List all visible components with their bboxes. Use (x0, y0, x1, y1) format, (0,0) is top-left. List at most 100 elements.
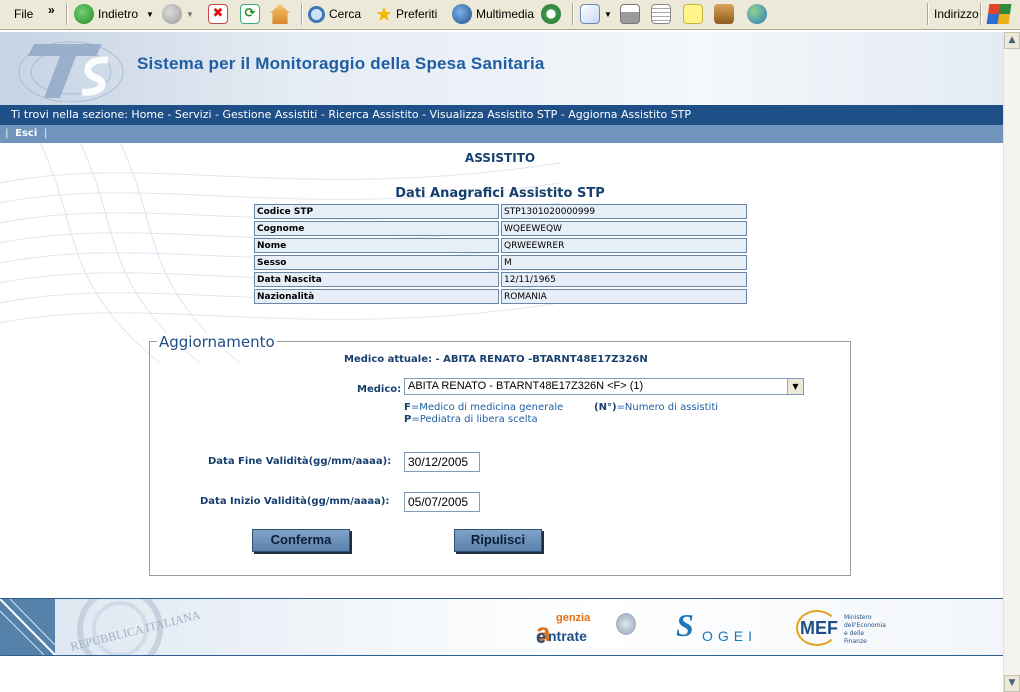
research-icon (714, 4, 734, 24)
browser-toolbar: File » Indietro ▼ ▼ ✖ ⟳ Cerca ★ Preferit… (0, 0, 1020, 30)
republic-emblem-icon (616, 613, 636, 635)
forward-arrow-icon (162, 4, 182, 24)
back-button[interactable]: Indietro ▼ (74, 2, 154, 26)
address-text: Indirizzo (934, 7, 979, 21)
home-icon (270, 4, 290, 24)
mail-icon (580, 4, 600, 24)
toolbar-separator (66, 3, 68, 25)
end-date-input[interactable]: 30/12/2005 (404, 452, 480, 472)
address-label: Indirizzo (934, 2, 979, 26)
messenger-icon (747, 4, 767, 24)
row-value: M (501, 255, 747, 270)
row-value: STP1301020000999 (501, 204, 747, 219)
discuss-button[interactable] (683, 2, 707, 26)
menu-bar: | Esci | (0, 125, 1003, 143)
note-f-text: =Medico di medicina generale (410, 402, 564, 413)
back-label: Indietro (98, 7, 139, 21)
entrate-e-letter: e (536, 627, 547, 647)
exit-link[interactable]: Esci (12, 128, 40, 139)
stop-button[interactable]: ✖ (208, 2, 232, 26)
search-button[interactable]: Cerca (308, 2, 361, 26)
scroll-up-arrow-icon[interactable]: ▲ (1004, 32, 1020, 49)
table-row: Nazionalità ROMANIA (254, 289, 747, 304)
ts-logo-icon (18, 41, 124, 102)
breadcrumb: Ti trovi nella sezione: Home - Servizi -… (0, 105, 1003, 125)
note-n-key: (N°) (594, 402, 617, 413)
reset-button[interactable]: Ripulisci (454, 529, 542, 552)
row-label: Nazionalità (254, 289, 499, 304)
more-label: » (48, 3, 55, 17)
doctor-label: Medico: (357, 384, 402, 395)
windows-flag-icon (986, 4, 1012, 24)
agenzia-entrate-logo[interactable]: a genzia e ntrate (536, 611, 641, 647)
search-label: Cerca (329, 7, 362, 21)
row-label: Nome (254, 238, 499, 253)
row-label: Data Nascita (254, 272, 499, 287)
print-button[interactable] (620, 2, 644, 26)
patient-data-table: Codice STP STP1301020000999 Cognome WQEEWE… (252, 202, 749, 306)
page-footer: REPUBBLICA ITALIANA a genzia e ntrate S … (0, 598, 1003, 656)
history-icon (541, 4, 561, 24)
forward-button[interactable]: ▼ (162, 2, 194, 26)
back-arrow-icon (74, 4, 94, 24)
table-row: Data Nascita 12/11/1965 (254, 272, 747, 287)
row-value: WQEEWEQW (501, 221, 747, 236)
sogei-logo[interactable]: S OGEI (676, 607, 768, 645)
table-row: Codice STP STP1301020000999 (254, 204, 747, 219)
edit-button[interactable] (651, 2, 675, 26)
note-icon (683, 4, 703, 24)
doctor-select-value: ABITA RENATO - BTARNT48E17Z326N <F> (1) (408, 380, 644, 392)
star-icon: ★ (375, 3, 393, 26)
refresh-button[interactable]: ⟳ (240, 2, 264, 26)
table-row: Sesso M (254, 255, 747, 270)
chevron-down-icon[interactable]: ▼ (787, 379, 803, 394)
research-button[interactable] (714, 2, 738, 26)
toolbar-separator (927, 3, 929, 25)
agenzia-top-text: genzia (556, 612, 591, 624)
media-globe-icon (452, 4, 472, 24)
file-menu[interactable]: File (14, 2, 33, 26)
row-value: ROMANIA (501, 289, 747, 304)
legend-note-n: (N°)=Numero di assistiti (594, 402, 718, 413)
toolbar-separator (301, 3, 303, 25)
row-value: QRWEEWRER (501, 238, 747, 253)
table-row: Nome QRWEEWRER (254, 238, 747, 253)
history-button[interactable] (541, 2, 565, 26)
favorites-label: Preferiti (395, 7, 438, 21)
edit-page-icon (651, 4, 671, 24)
legend-note-f: F=Medico di medicina generale (404, 402, 563, 413)
chevron-more-icon[interactable]: » (48, 0, 55, 22)
scroll-down-arrow-icon[interactable]: ▼ (1004, 675, 1020, 692)
start-date-label: Data Inizio Validità(gg/mm/aaaa): (200, 496, 390, 507)
printer-icon (620, 4, 640, 24)
mef-logo[interactable]: MEF Ministero dell'Economia e delle Fina… (796, 608, 888, 648)
toolbar-separator (980, 3, 982, 25)
web-page: Sistema per il Monitoraggio della Spesa … (0, 32, 1003, 692)
start-date-input[interactable]: 05/07/2005 (404, 492, 480, 512)
mef-small-text: Ministero dell'Economia e delle Finanze (844, 614, 886, 645)
section-heading: ASSISTITO (464, 151, 536, 165)
messenger-button[interactable] (747, 2, 771, 26)
mef-text: MEF (800, 618, 838, 638)
file-menu-label: File (14, 7, 34, 21)
note-f-key: F (404, 402, 411, 413)
menu-divider: | (5, 128, 9, 139)
refresh-icon: ⟳ (240, 4, 260, 24)
note-n-text: =Numero di assistiti (616, 402, 719, 413)
mail-button[interactable]: ▼ (580, 2, 612, 26)
seal-text: REPUBBLICA ITALIANA (69, 608, 200, 654)
sogei-s-letter: S (676, 607, 694, 643)
menu-divider: | (43, 128, 48, 139)
windows-logo-icon (986, 2, 1012, 26)
media-label: Multimedia (476, 7, 535, 21)
confirm-button[interactable]: Conferma (252, 529, 350, 552)
legend-note-p: P=Pediatra di libera scelta (404, 414, 538, 425)
media-button[interactable]: Multimedia (452, 2, 534, 26)
toolbar-separator (572, 3, 574, 25)
stop-icon: ✖ (208, 4, 228, 24)
vertical-scrollbar[interactable]: ▲ ▼ (1003, 32, 1020, 692)
home-button[interactable] (270, 2, 294, 26)
doctor-select[interactable]: ABITA RENATO - BTARNT48E17Z326N <F> (1) … (404, 378, 804, 395)
favorites-button[interactable]: ★ Preferiti (375, 2, 437, 26)
row-label: Codice STP (254, 204, 499, 219)
